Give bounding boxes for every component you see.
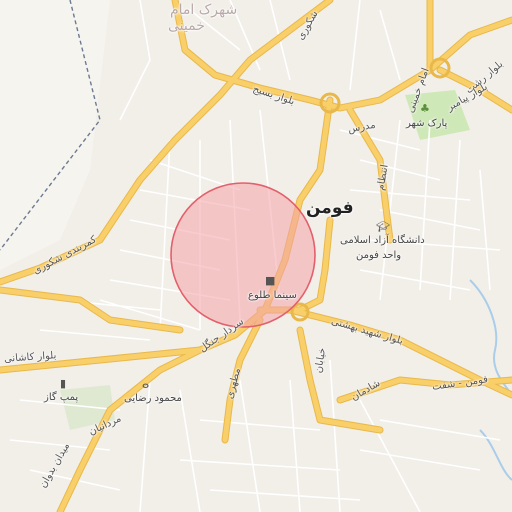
poi-restaurant-label[interactable]: محمود رضایی <box>124 393 182 404</box>
poi-university-label-2[interactable]: واحد فومن <box>356 250 401 261</box>
district-label: شهرک امام <box>170 2 238 18</box>
district-label: خمینی <box>168 18 205 34</box>
fuel-icon: ▮ <box>60 377 67 390</box>
camera-icon: ■ <box>265 274 276 287</box>
poi-park-label[interactable]: پارک شهر <box>406 118 447 129</box>
city-label[interactable]: فومن <box>306 198 354 218</box>
poi-cinema-label[interactable]: سینما طلوع <box>248 290 297 301</box>
highlight-radius-circle <box>170 182 316 328</box>
graduation-cap-icon: 🎓︎ <box>376 220 390 233</box>
fork-knife-icon: ⴰ <box>142 378 150 391</box>
map-canvas[interactable]: شهرک امام خمینی فومن بلوار رشت امام خمین… <box>0 0 512 512</box>
poi-gas-station-label[interactable]: پمپ گاز <box>44 392 78 403</box>
map-base-layer <box>0 0 512 512</box>
tree-icon: ♣ <box>420 102 430 115</box>
poi-university-label[interactable]: دانشگاه آزاد اسلامی <box>340 235 425 246</box>
